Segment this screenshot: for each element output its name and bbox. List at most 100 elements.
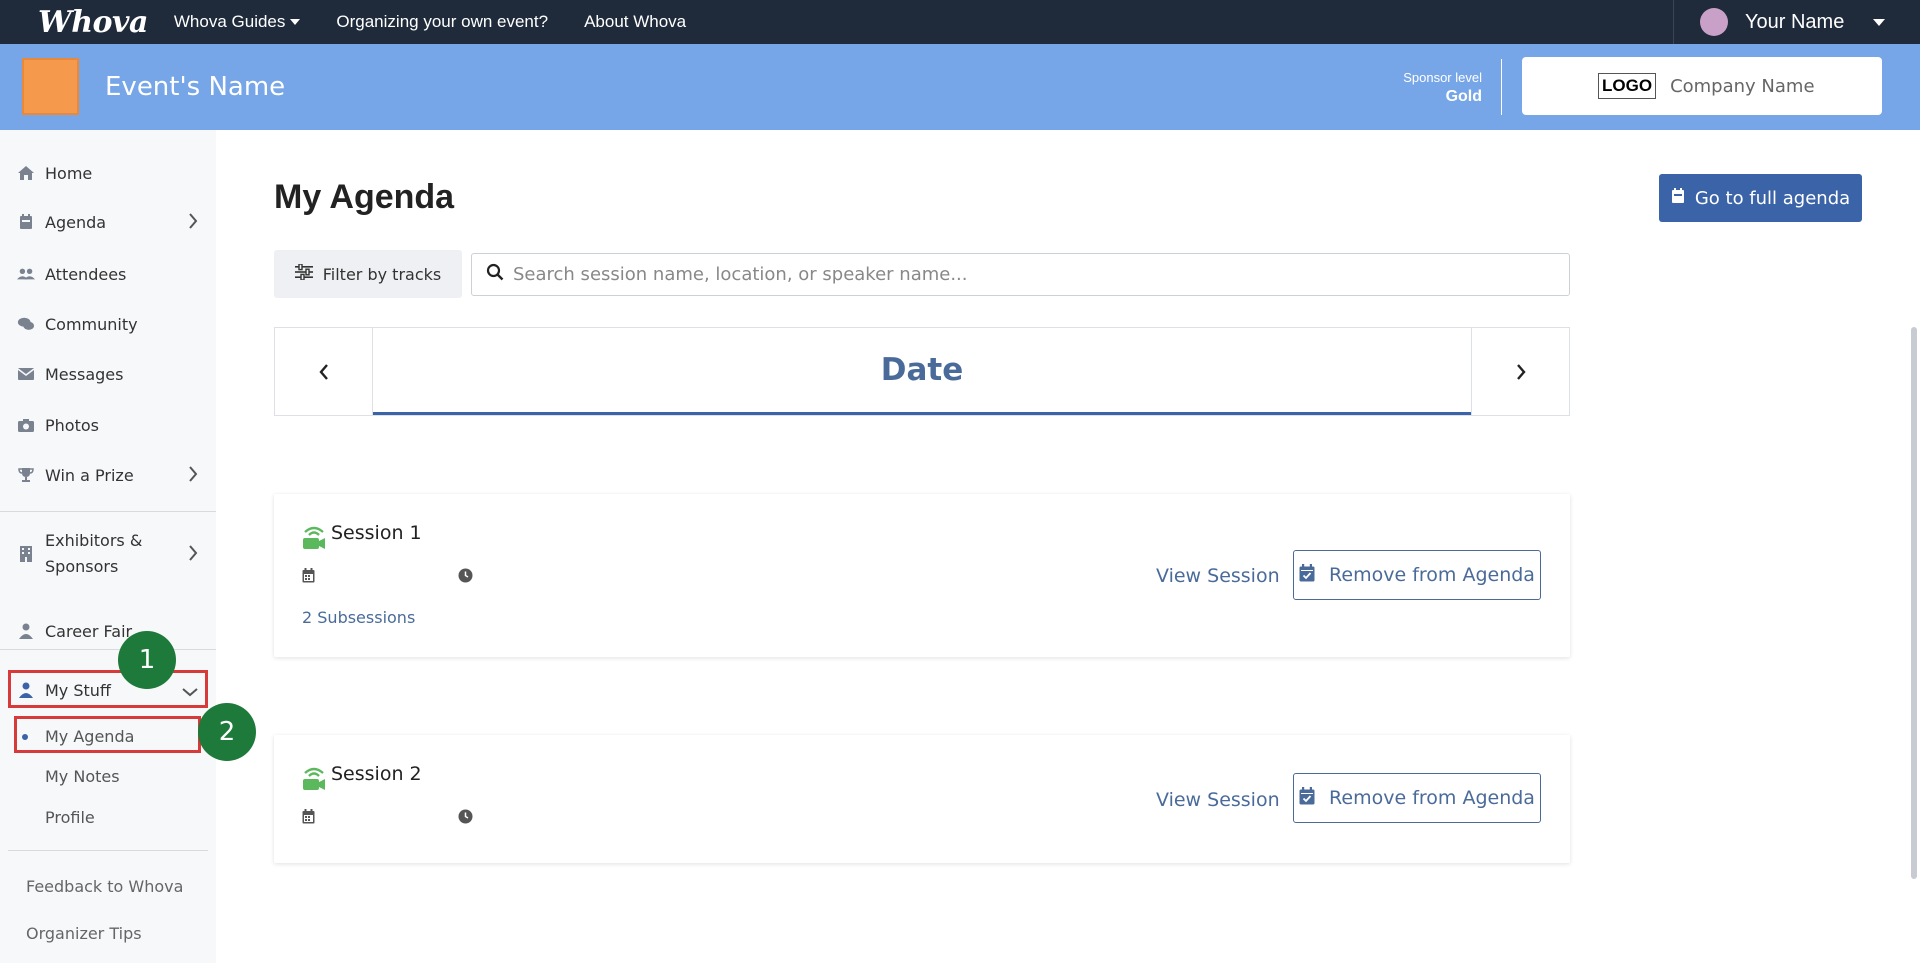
sidebar-item-label: Photos xyxy=(45,415,99,435)
nav-whova-guides[interactable]: Whova Guides xyxy=(174,12,301,32)
caret-down-icon xyxy=(1873,19,1885,26)
session-title[interactable]: Session 2 xyxy=(331,763,422,785)
view-session-link[interactable]: View Session xyxy=(1156,565,1280,587)
sidebar-sub-profile[interactable]: Profile xyxy=(45,808,95,827)
previous-date-button[interactable] xyxy=(275,328,373,415)
person-tie-icon xyxy=(17,622,35,640)
users-icon xyxy=(17,265,35,283)
building-icon xyxy=(17,545,35,563)
chevron-right-icon xyxy=(188,542,198,567)
sidebar-item-label: Messages xyxy=(45,364,124,384)
camera-icon xyxy=(17,416,35,434)
date-tab[interactable]: Date xyxy=(373,328,1471,415)
home-icon xyxy=(17,164,35,182)
filter-by-tracks-label: Filter by tracks xyxy=(322,264,442,284)
view-session-link[interactable]: View Session xyxy=(1156,789,1280,811)
sponsor-level: Sponsor level Gold xyxy=(1403,70,1482,106)
user-name: Your Name xyxy=(1745,10,1845,33)
whova-logo[interactable]: Whova xyxy=(38,5,148,40)
remove-from-agenda-button[interactable]: Remove from Agenda xyxy=(1293,773,1541,823)
trophy-icon xyxy=(17,466,35,484)
sidebar-item-win-a-prize[interactable]: Win a Prize xyxy=(0,460,216,490)
user-menu[interactable]: Your Name xyxy=(1673,0,1920,44)
virtual-session-icon xyxy=(302,765,326,796)
sidebar-item-label: Career Fair xyxy=(45,621,133,641)
calendar-icon xyxy=(1671,187,1685,209)
company-box[interactable]: LOGO Company Name xyxy=(1522,57,1882,115)
chat-icon xyxy=(17,315,35,333)
sponsor-tier: Gold xyxy=(1445,88,1482,105)
company-logo: LOGO xyxy=(1598,73,1657,99)
sidebar: Home Agenda Attendees Community Messages… xyxy=(0,130,216,963)
next-date-button[interactable] xyxy=(1471,328,1569,415)
sidebar-item-career-fair[interactable]: Career Fair xyxy=(0,616,216,646)
calendar-icon xyxy=(302,809,315,829)
sidebar-item-photos[interactable]: Photos xyxy=(0,410,216,440)
go-to-full-agenda-button[interactable]: Go to full agenda xyxy=(1659,174,1862,222)
highlight-my-stuff xyxy=(8,670,208,708)
sidebar-sub-my-notes[interactable]: My Notes xyxy=(45,767,120,786)
session-card: Session 1 2 Subsessions View Session Rem… xyxy=(274,494,1570,657)
sidebar-item-label: Agenda xyxy=(45,212,107,232)
chevron-right-icon xyxy=(1516,363,1526,380)
remove-from-agenda-label: Remove from Agenda xyxy=(1329,564,1535,586)
sidebar-item-label-group: Exhibitors & Sponsors xyxy=(45,528,142,580)
sidebar-item-label: Community xyxy=(45,314,138,334)
calendar-icon xyxy=(302,568,315,588)
divider xyxy=(1501,59,1502,115)
nav-about-whova[interactable]: About Whova xyxy=(584,12,686,32)
sidebar-item-exhibitors[interactable]: Exhibitors & Sponsors xyxy=(0,527,216,581)
sidebar-item-messages[interactable]: Messages xyxy=(0,359,216,389)
step-marker-2: 2 xyxy=(198,703,256,761)
date-navigator: Date xyxy=(274,327,1570,416)
clock-icon xyxy=(458,809,473,829)
step-marker-1: 1 xyxy=(118,631,176,689)
company-name: Company Name xyxy=(1670,75,1815,97)
filter-by-tracks-button[interactable]: Filter by tracks xyxy=(274,250,462,298)
sidebar-item-label: Home xyxy=(45,163,93,183)
divider xyxy=(0,511,216,512)
divider xyxy=(8,850,208,851)
sponsor-level-label: Sponsor level xyxy=(1403,70,1482,85)
event-header: Event's Name Sponsor level Gold LOGO Com… xyxy=(0,44,1920,130)
go-to-full-agenda-label: Go to full agenda xyxy=(1694,187,1851,209)
top-nav: Whova Whova Guides Organizing your own e… xyxy=(0,0,1920,44)
search-box xyxy=(471,253,1570,296)
sliders-icon xyxy=(294,263,313,284)
scrollbar[interactable] xyxy=(1911,327,1917,879)
subsessions-link[interactable]: 2 Subsessions xyxy=(302,608,415,627)
search-input[interactable] xyxy=(513,264,1513,285)
sidebar-item-label: Win a Prize xyxy=(45,465,134,485)
sidebar-item-community[interactable]: Community xyxy=(0,309,216,339)
avatar xyxy=(1700,8,1728,36)
calendar-check-icon xyxy=(1299,786,1315,810)
remove-from-agenda-button[interactable]: Remove from Agenda xyxy=(1293,550,1541,600)
search-icon xyxy=(486,263,504,286)
calendar-check-icon xyxy=(1299,563,1315,587)
page-title: My Agenda xyxy=(274,178,455,216)
caret-down-icon xyxy=(290,19,301,25)
nav-whova-guides-label: Whova Guides xyxy=(173,12,286,31)
sidebar-item-label: Exhibitors & xyxy=(45,531,143,550)
organizer-tips-link[interactable]: Organizer Tips xyxy=(26,924,142,943)
virtual-session-icon xyxy=(302,524,326,555)
envelope-icon xyxy=(17,365,35,383)
nav-organizing[interactable]: Organizing your own event? xyxy=(336,12,548,32)
sidebar-item-label: Attendees xyxy=(45,264,127,284)
session-title[interactable]: Session 1 xyxy=(331,522,422,544)
highlight-my-agenda xyxy=(14,716,201,753)
remove-from-agenda-label: Remove from Agenda xyxy=(1329,787,1535,809)
clock-icon xyxy=(458,568,473,588)
divider xyxy=(0,649,216,650)
event-logo xyxy=(22,58,79,115)
sidebar-item-agenda[interactable]: Agenda xyxy=(0,207,216,237)
chevron-right-icon xyxy=(188,463,198,488)
session-card: Session 2 View Session Remove from Agend… xyxy=(274,735,1570,863)
sidebar-item-attendees[interactable]: Attendees xyxy=(0,259,216,289)
feedback-link[interactable]: Feedback to Whova xyxy=(26,877,183,896)
sidebar-item-home[interactable]: Home xyxy=(0,158,216,188)
sidebar-item-label-line2: Sponsors xyxy=(45,557,119,576)
chevron-left-icon xyxy=(318,363,328,380)
event-name: Event's Name xyxy=(105,72,286,102)
calendar-icon xyxy=(17,213,35,231)
